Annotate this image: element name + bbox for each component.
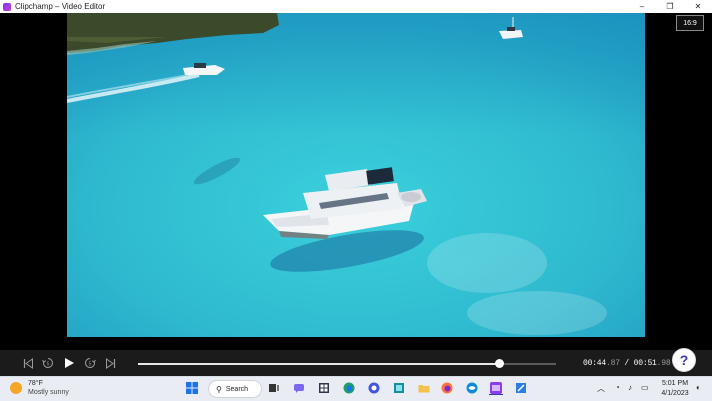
volume-icon[interactable]: ♪ [628,383,632,392]
weather-temperature[interactable]: 78°F [28,380,43,387]
minimize-button[interactable]: – [628,0,656,13]
sync-app-icon[interactable] [465,381,479,395]
firefox-icon[interactable] [440,381,454,395]
close-button[interactable]: ✕ [684,0,712,13]
battery-icon[interactable]: ▭ [641,383,649,392]
clock-date: 4/1/2023 [661,390,689,397]
edge-browser-icon[interactable] [342,381,356,395]
svg-text:5: 5 [47,362,50,368]
weather-description[interactable]: Mostly sunny [28,389,69,396]
clipchamp-app-icon [3,2,11,11]
play-icon[interactable] [62,356,76,370]
taskbar-search[interactable]: ⚲ Search [208,380,262,398]
file-explorer-icon[interactable] [317,381,331,395]
maximize-button[interactable]: ❐ [656,0,684,13]
show-hidden-icons-icon[interactable]: ︿ [597,383,605,394]
time-display: 00:44.87 / 00:51.98 [583,359,671,368]
seek-bar-progress [138,363,500,365]
cortana-icon[interactable] [367,381,381,395]
editor-app-icon[interactable] [514,381,528,395]
time-separator: / [619,359,634,368]
search-icon: ⚲ [216,384,222,394]
task-view-icon[interactable] [267,381,281,395]
help-button[interactable]: ? [672,348,696,372]
window-controls: – ❐ ✕ [628,0,712,13]
preview-stage: 16:9 [0,13,712,350]
system-clock[interactable]: 5:01 PM 4/1/2023 [657,379,693,399]
notifications-icon[interactable]: ◐ [696,383,701,392]
current-time: 00:44 [583,359,607,368]
skip-to-start-icon[interactable] [21,356,35,370]
weather-sun-icon[interactable] [10,382,22,394]
search-label: Search [225,385,249,393]
total-time: 00:51 [633,359,657,368]
title-bar: Clipchamp – Video Editor – ❐ ✕ [0,0,712,13]
total-time-fraction: .98 [656,359,671,368]
video-frame-image [67,13,645,337]
seek-bar[interactable] [138,359,556,368]
forward-5s-icon[interactable]: 5 [83,356,97,370]
window-title: Clipchamp – Video Editor [15,2,106,11]
aspect-ratio-button[interactable]: 16:9 [676,15,704,31]
skip-to-end-icon[interactable] [103,356,117,370]
photos-app-icon[interactable] [392,381,406,395]
current-time-fraction: .87 [606,359,620,368]
svg-text:5: 5 [89,362,92,368]
clock-time: 5:01 PM [661,380,689,387]
clipchamp-taskbar-icon[interactable] [489,381,503,395]
chat-icon[interactable] [292,381,306,395]
video-preview[interactable] [67,13,645,337]
rewind-5s-icon[interactable]: 5 [41,356,55,370]
windows-taskbar: 78°F Mostly sunny ⚲ Search ︿ ◔ ♪ ▭ 5:01 … [0,376,712,401]
folder-icon[interactable] [417,381,431,395]
wifi-icon[interactable]: ◔ [615,383,620,392]
start-menu-icon[interactable] [185,381,199,395]
